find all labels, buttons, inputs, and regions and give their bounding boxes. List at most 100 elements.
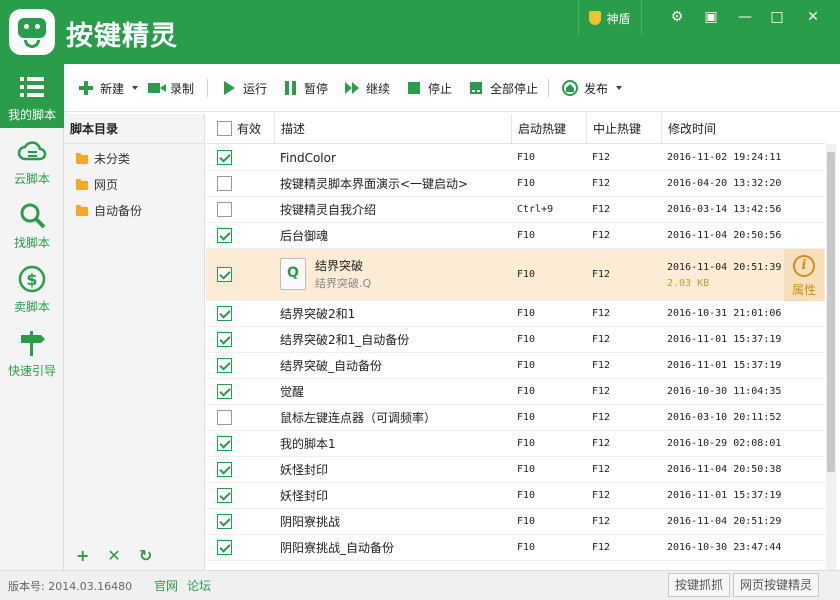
table-row[interactable]: 阴阳寮挑战 F10 F12 2016-11-04 20:51:29 <box>206 509 825 535</box>
table-row[interactable]: 阴阳寮挑战_自动备份 F10 F12 2016-10-30 23:47:44 <box>206 535 825 561</box>
info-icon: i <box>793 255 815 277</box>
run-label: 运行 <box>243 81 268 96</box>
enabled-checkbox[interactable] <box>217 410 232 425</box>
nav-label: 我的脚本 <box>7 108 56 122</box>
start-hotkey: F10 <box>517 360 536 371</box>
run-button[interactable]: 运行 <box>221 78 267 98</box>
start-hotkey: F10 <box>517 269 536 280</box>
nav-quick-guide[interactable]: 快速引导 <box>0 320 64 384</box>
enabled-checkbox[interactable] <box>217 306 232 321</box>
web-version-button[interactable]: 网页按键精灵 <box>733 573 820 597</box>
vertical-scrollbar[interactable] <box>826 144 836 570</box>
table-row[interactable]: 妖怪封印 F10 F12 2016-11-01 15:37:19 <box>206 483 825 509</box>
stop-hotkey: F12 <box>592 269 611 280</box>
resume-button[interactable]: 继续 <box>344 78 390 98</box>
publish-label: 发布 <box>584 81 609 96</box>
stop-hotkey: F12 <box>592 412 611 423</box>
enabled-checkbox[interactable] <box>217 176 232 191</box>
table-row[interactable]: 结界突破_自动备份 F10 F12 2016-11-01 15:37:19 <box>206 353 825 379</box>
enabled-checkbox[interactable] <box>217 332 232 347</box>
home-circle-icon <box>562 80 578 96</box>
start-hotkey: F10 <box>517 334 536 345</box>
tree-actions: + ✕ ↻ <box>64 540 205 570</box>
stop-hotkey: F12 <box>592 516 611 527</box>
minimize-button[interactable]: — <box>732 6 758 28</box>
pause-button[interactable]: 暂停 <box>282 78 328 98</box>
folder-web[interactable]: 网页 <box>64 172 204 198</box>
properties-button[interactable]: i 属性 <box>784 249 824 301</box>
enabled-checkbox[interactable] <box>217 540 232 555</box>
modified-time: 2016-11-04 20:50:38 <box>667 464 782 475</box>
record-button[interactable]: 录制 <box>148 78 194 98</box>
script-name: 阴阳寮挑战 <box>280 515 341 529</box>
shield-icon <box>589 11 602 25</box>
col-description[interactable]: 描述 <box>274 114 511 144</box>
delete-folder-icon[interactable]: ✕ <box>107 546 120 565</box>
enabled-checkbox[interactable] <box>217 267 232 282</box>
skin-menu-icon[interactable]: ▣ <box>698 6 724 28</box>
scrollbar-thumb[interactable] <box>827 152 835 472</box>
table-row[interactable]: 后台御魂 F10 F12 2016-11-04 20:50:56 <box>206 223 825 249</box>
table-row[interactable]: 按键精灵自我介绍 Ctrl+9 F12 2016-03-14 13:42:56 <box>206 197 825 223</box>
enabled-checkbox[interactable] <box>217 462 232 477</box>
stop-all-label: 全部停止 <box>490 81 539 96</box>
camera-icon <box>148 80 166 96</box>
enabled-checkbox[interactable] <box>217 228 232 243</box>
shield-button[interactable]: 神盾 <box>578 0 642 36</box>
table-row[interactable]: 按键精灵脚本界面演示<一键启动> F10 F12 2016-04-20 13:32:2… <box>206 171 825 197</box>
col-modified-time[interactable]: 修改时间 <box>661 114 825 144</box>
publish-button[interactable]: 发布 <box>562 78 623 98</box>
folder-label: 网页 <box>94 178 119 192</box>
nav-label: 快速引导 <box>7 364 56 378</box>
fast-forward-icon <box>344 80 360 96</box>
maximize-button[interactable]: □ <box>764 6 790 28</box>
enabled-checkbox[interactable] <box>217 202 232 217</box>
add-folder-icon[interactable]: + <box>76 546 89 565</box>
stop-button[interactable]: 停止 <box>406 78 452 98</box>
table-row[interactable]: 觉醒 F10 F12 2016-10-30 11:04:35 <box>206 379 825 405</box>
table-row[interactable]: 妖怪封印 F10 F12 2016-11-04 20:50:38 <box>206 457 825 483</box>
modified-time: 2016-11-02 19:24:11 <box>667 152 782 163</box>
table-row[interactable]: 结界突破结界突破.Q F10 F12 2016-11-04 20:51:39 2.03 … <box>206 249 825 301</box>
select-all-checkbox[interactable] <box>217 121 232 136</box>
close-button[interactable]: ✕ <box>800 6 826 28</box>
enabled-checkbox[interactable] <box>217 358 232 373</box>
script-grid: 有效 描述 启动热键 中止热键 修改时间 FindColor F10 F12 2016… <box>206 114 825 570</box>
nav-label: 云脚本 <box>13 172 50 186</box>
table-row[interactable]: 我的脚本1 F10 F12 2016-10-29 02:08:01 <box>206 431 825 457</box>
search-icon <box>20 203 46 229</box>
nav-find-scripts[interactable]: 找脚本 <box>0 192 64 256</box>
refresh-icon[interactable]: ↻ <box>139 546 152 565</box>
toolbar-divider <box>548 79 549 97</box>
modified-time: 2016-10-29 02:08:01 <box>667 438 782 449</box>
table-row[interactable]: 结界突破2和1_自动备份 F10 F12 2016-11-01 15:37:19 <box>206 327 825 353</box>
settings-gear-icon[interactable]: ⚙ <box>664 6 690 28</box>
folder-uncategorized[interactable]: 未分类 <box>64 146 204 172</box>
table-row[interactable]: 鼠标左键连点器（可调频率） F10 F12 2016-03-10 20:11:52 <box>206 405 825 431</box>
folder-auto-backup[interactable]: 自动备份 <box>64 198 204 224</box>
modified-time: 2016-10-30 23:47:44 <box>667 542 782 553</box>
capture-tool-button[interactable]: 按键抓抓 <box>668 573 731 597</box>
table-row[interactable]: 结界突破2和1 F10 F12 2016-10-31 21:01:06 <box>206 301 825 327</box>
new-button[interactable]: 新建 <box>78 78 139 98</box>
forum-link[interactable]: 论坛 <box>187 577 211 594</box>
col-start-hotkey[interactable]: 启动热键 <box>511 114 586 144</box>
table-row[interactable]: FindColor F10 F12 2016-11-02 19:24:11 <box>206 145 825 171</box>
stop-all-icon <box>468 80 484 96</box>
modified-time: 2016-11-01 15:37:19 <box>667 334 782 345</box>
nav-cloud-scripts[interactable]: 云脚本 <box>0 128 64 192</box>
enabled-checkbox[interactable] <box>217 514 232 529</box>
nav-my-scripts[interactable]: 我的脚本 <box>0 64 71 128</box>
enabled-checkbox[interactable] <box>217 150 232 165</box>
grid-rows: FindColor F10 F12 2016-11-02 19:24:11 按键精灵脚本… <box>206 145 825 561</box>
chevron-down-icon <box>616 86 623 90</box>
official-site-link[interactable]: 官网 <box>154 577 178 594</box>
stop-all-button[interactable]: 全部停止 <box>468 78 538 98</box>
col-stop-hotkey[interactable]: 中止热键 <box>586 114 661 144</box>
enabled-checkbox[interactable] <box>217 436 232 451</box>
nav-sell-scripts[interactable]: $ 卖脚本 <box>0 256 64 320</box>
enabled-checkbox[interactable] <box>217 488 232 503</box>
grid-header: 有效 描述 启动热键 中止热键 修改时间 <box>206 114 825 144</box>
enabled-checkbox[interactable] <box>217 384 232 399</box>
col-enabled[interactable]: 有效 <box>206 114 274 144</box>
